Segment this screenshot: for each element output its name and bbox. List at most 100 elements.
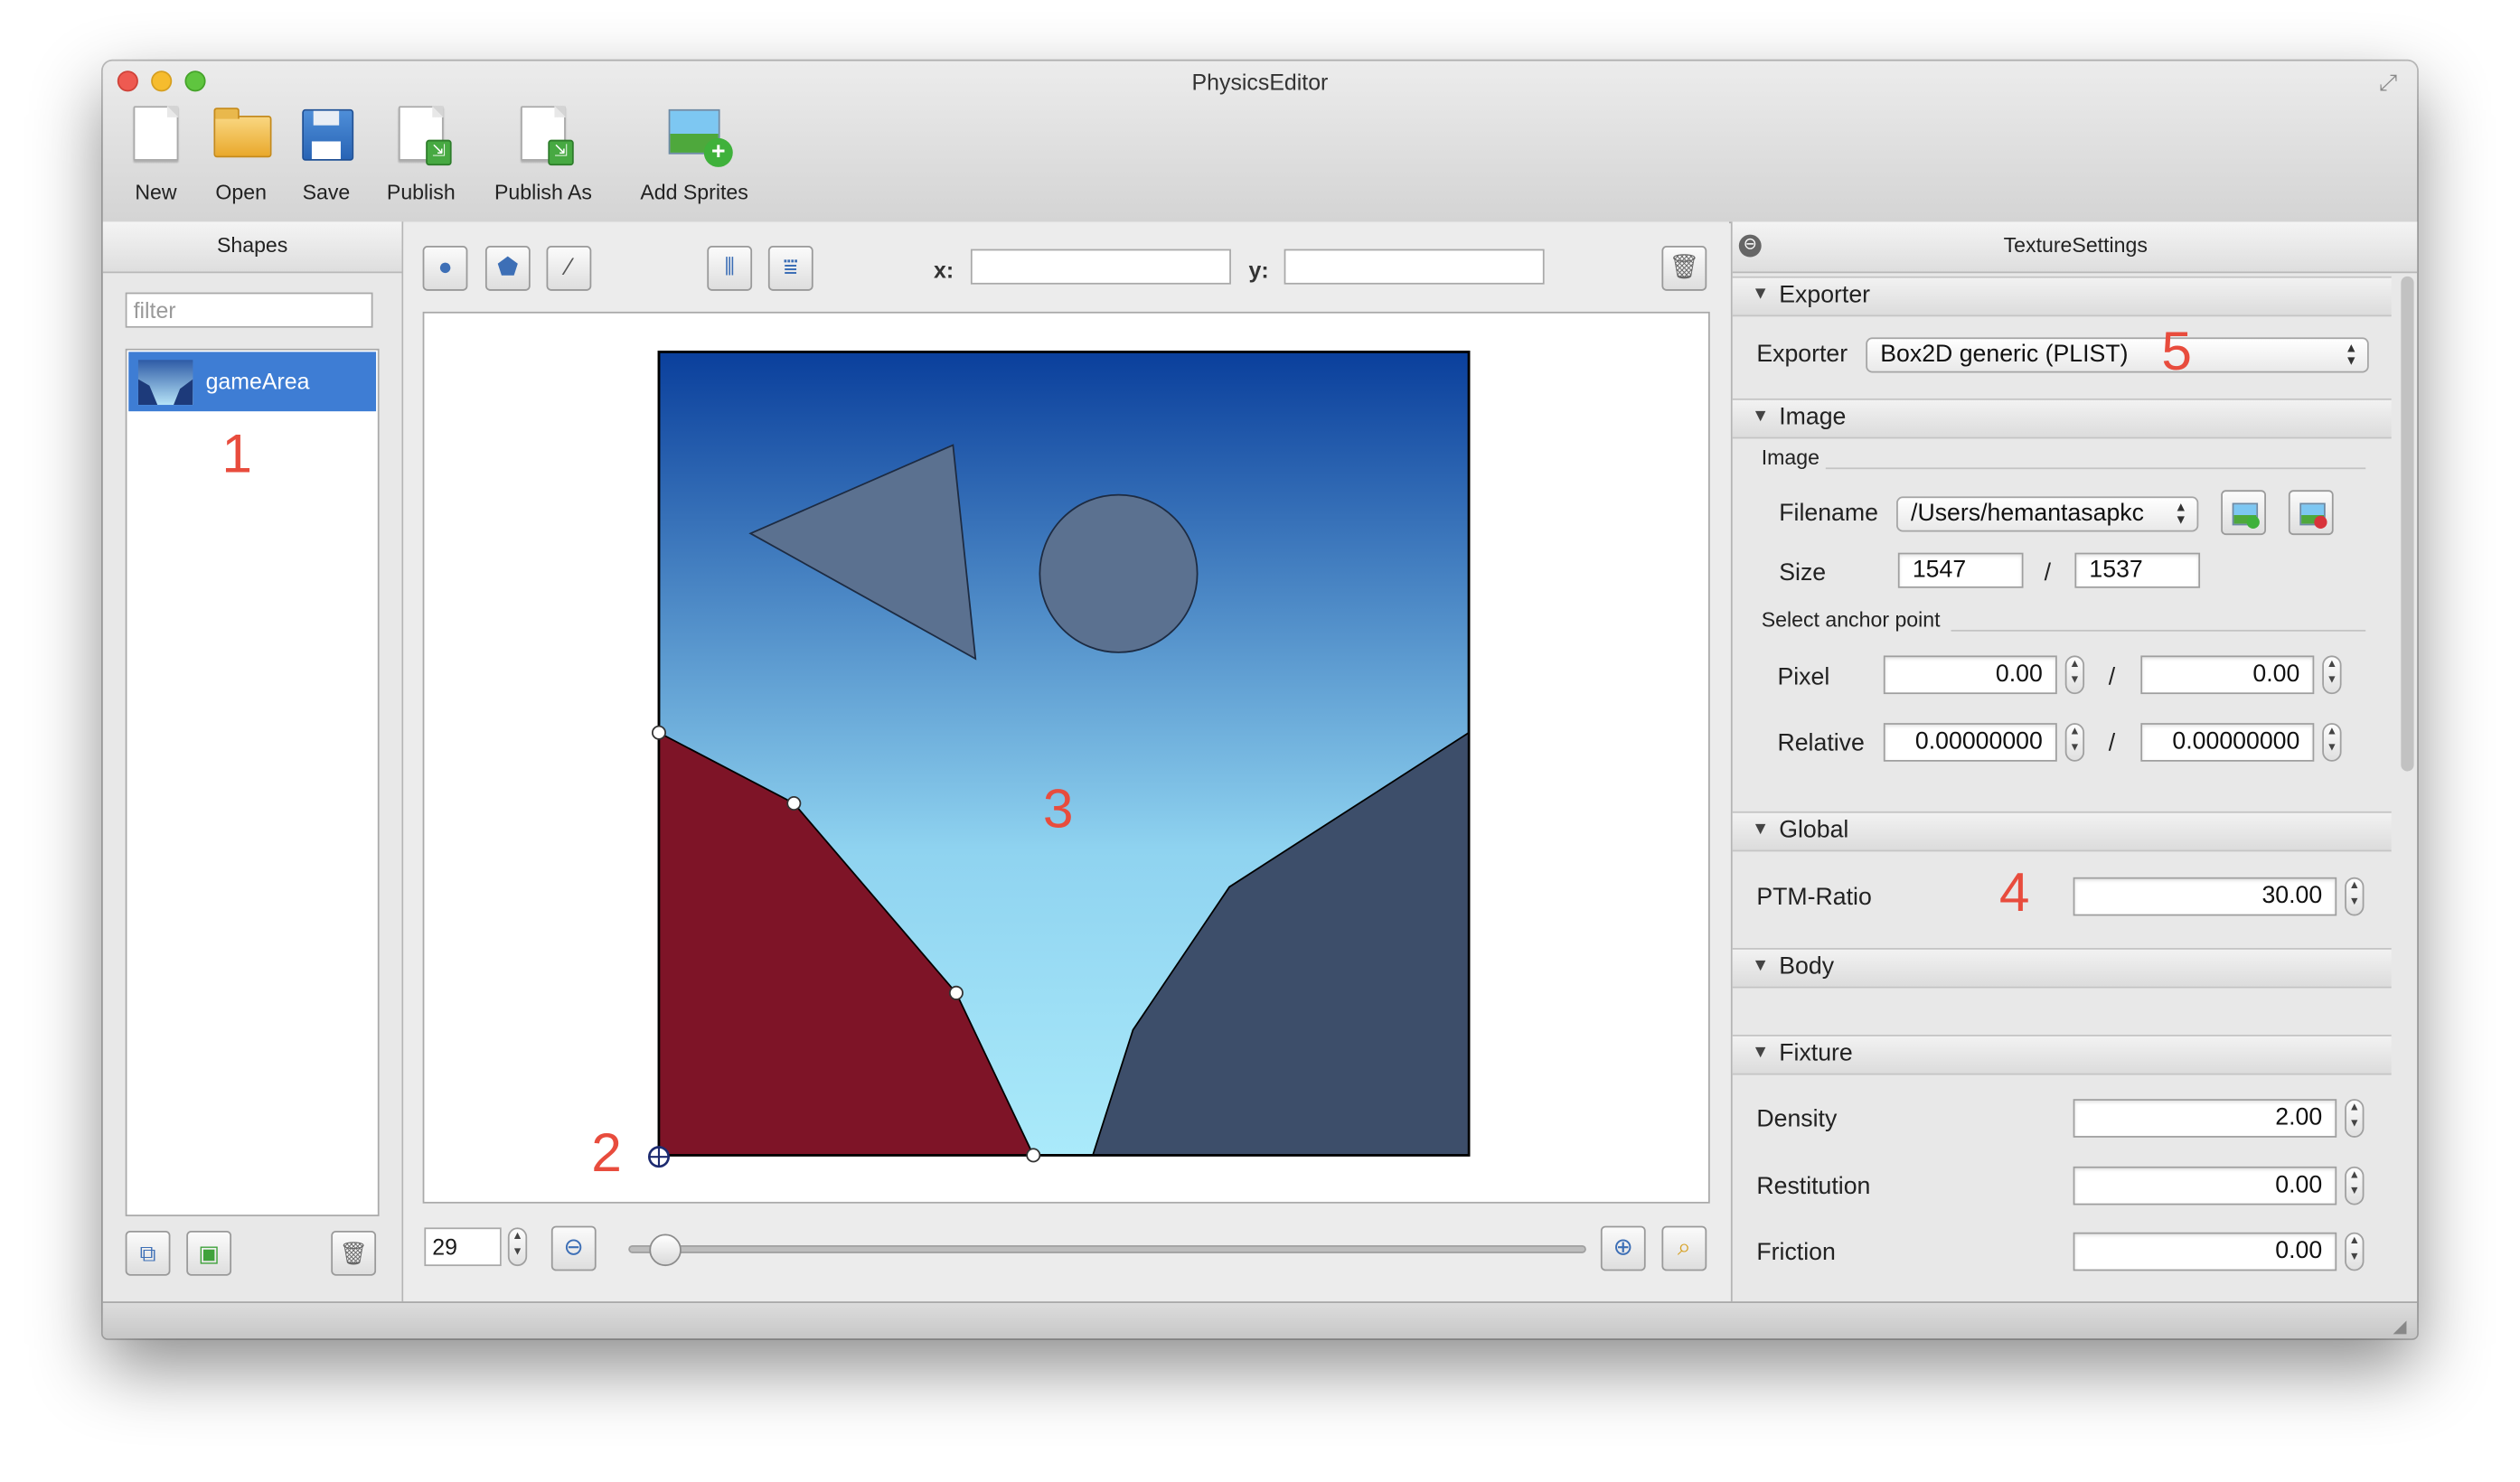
- zoom-slider[interactable]: [628, 1233, 1586, 1267]
- restitution-input[interactable]: 0.00: [2073, 1166, 2337, 1205]
- magic-wand-button[interactable]: ⁄: [546, 246, 592, 291]
- save-button[interactable]: Save: [293, 103, 361, 204]
- friction-label: Friction: [1756, 1238, 1836, 1267]
- zoom-fit-button[interactable]: ⌕: [1661, 1225, 1707, 1271]
- delete-vertex-button[interactable]: 🗑: [1661, 246, 1707, 291]
- ptm-ratio-input[interactable]: 30.00: [2073, 877, 2337, 916]
- publish-as-button[interactable]: ⇲ Publish As: [482, 103, 604, 204]
- pixel-y-stepper[interactable]: ▲ ▼: [2322, 655, 2342, 695]
- relative-y-stepper[interactable]: ▲ ▼: [2322, 723, 2342, 762]
- trash-icon: 🗑: [1669, 253, 1700, 282]
- circle-tool-button[interactable]: ●: [422, 246, 468, 291]
- shape-editor-canvas[interactable]: 2 3: [422, 311, 1710, 1204]
- add-shape-button[interactable]: ▣: [186, 1230, 232, 1276]
- exporter-section-header[interactable]: ▼ Exporter: [1732, 276, 2392, 317]
- global-section-label: Global: [1779, 816, 1849, 844]
- add-image-icon: ▣: [198, 1240, 220, 1267]
- choose-image-button[interactable]: [2221, 490, 2266, 536]
- friction-input[interactable]: 0.00: [2073, 1232, 2337, 1271]
- pixel-x-input[interactable]: 0.00: [1883, 655, 2057, 695]
- annotation-5: 5: [2161, 321, 2193, 383]
- canvas-area: ● ⬟ ⁄ ⫴ ⩸ x: y: 🗑 2 3 29 ▲ ▼ ⊖ ⊕ ⌕: [403, 221, 1730, 1302]
- relative-x-input[interactable]: 0.00000000: [1883, 723, 2057, 762]
- publish-as-button-label: Publish As: [494, 180, 592, 204]
- shape-filter-input[interactable]: [125, 292, 373, 328]
- status-bar: ◢: [102, 1301, 2418, 1339]
- scrollbar-thumb[interactable]: [2401, 276, 2414, 772]
- annotation-4: 4: [1998, 862, 2030, 924]
- zoom-level-input[interactable]: 29: [424, 1227, 502, 1267]
- publish-as-icon: ⇲: [482, 103, 604, 167]
- shape-list-item-gamearea[interactable]: gameArea: [128, 352, 377, 412]
- relative-separator: /: [2108, 729, 2116, 757]
- settings-scrollbar[interactable]: [2400, 273, 2416, 1301]
- anchor-point-icon: [647, 1146, 670, 1168]
- pixel-separator: /: [2108, 663, 2116, 691]
- relative-x-stepper[interactable]: ▲ ▼: [2064, 723, 2085, 762]
- new-button[interactable]: New: [126, 103, 187, 204]
- add-sprites-icon: +: [630, 103, 758, 167]
- image-section-label: Image: [1779, 403, 1847, 431]
- x-coordinate-input[interactable]: [970, 249, 1231, 285]
- density-label: Density: [1756, 1105, 1838, 1133]
- restitution-stepper[interactable]: ▲ ▼: [2345, 1166, 2365, 1205]
- y-coordinate-input[interactable]: [1284, 249, 1545, 285]
- shapes-panel-title: Shapes: [102, 221, 402, 274]
- global-section-header[interactable]: ▼ Global: [1732, 811, 2392, 852]
- publish-button[interactable]: ⇲ Publish: [380, 103, 463, 204]
- annotation-3: 3: [1042, 779, 1074, 840]
- zoom-out-icon: ⊖: [563, 1233, 584, 1262]
- shape-list[interactable]: gameArea: [125, 348, 380, 1216]
- polygon-tool-button[interactable]: ⬟: [484, 246, 531, 291]
- size-width-field: 1547: [1897, 552, 2024, 588]
- exporter-label: Exporter: [1756, 340, 1848, 369]
- duplicate-shape-button[interactable]: ⧉: [125, 1230, 171, 1276]
- zoom-stepper[interactable]: ▲ ▼: [507, 1227, 528, 1267]
- fullscreen-icon[interactable]: ⤢: [2375, 69, 2401, 94]
- open-button-label: Open: [215, 180, 267, 204]
- undock-icon[interactable]: ⊖: [1738, 234, 1762, 258]
- shape-list-item-label: gameArea: [205, 368, 310, 394]
- zoom-in-button[interactable]: ⊕: [1600, 1225, 1646, 1271]
- filename-select[interactable]: /Users/hemantasapkc ▲ ▼: [1896, 496, 2199, 532]
- annotation-2: 2: [591, 1122, 622, 1185]
- ptm-ratio-stepper[interactable]: ▲ ▼: [2345, 877, 2365, 916]
- filename-label: Filename: [1779, 499, 1878, 528]
- relative-y-input[interactable]: 0.00000000: [2140, 723, 2315, 762]
- body-section-header[interactable]: ▼ Body: [1732, 948, 2392, 989]
- add-sprites-button[interactable]: + Add Sprites: [630, 103, 758, 204]
- disclosure-triangle-icon: ▼: [1752, 1042, 1770, 1063]
- exporter-select-value: Box2D generic (PLIST): [1880, 340, 2129, 369]
- sprite-canvas-svg[interactable]: [424, 314, 1708, 1202]
- new-document-icon: [126, 103, 187, 167]
- image-section-header[interactable]: ▼ Image: [1732, 398, 2392, 439]
- filename-value: /Users/hemantasapkc: [1911, 499, 2144, 528]
- resize-grip-icon[interactable]: ◢: [2393, 1318, 2412, 1337]
- separator: [1951, 629, 2366, 632]
- exporter-section-label: Exporter: [1779, 281, 1871, 309]
- publish-button-label: Publish: [386, 180, 456, 204]
- zoom-out-button[interactable]: ⊖: [550, 1225, 597, 1271]
- exporter-select[interactable]: Box2D generic (PLIST) ▲ ▼: [1866, 337, 2369, 373]
- y-label: y:: [1248, 257, 1269, 283]
- disclosure-triangle-icon: ▼: [1752, 819, 1770, 839]
- delete-shape-button[interactable]: 🗑: [331, 1230, 377, 1276]
- disclosure-triangle-icon: ▼: [1752, 406, 1770, 427]
- zoom-in-icon: ⊕: [1613, 1233, 1633, 1262]
- flip-horizontal-button[interactable]: ⫴: [707, 246, 753, 291]
- fixture-section-header[interactable]: ▼ Fixture: [1732, 1035, 2392, 1075]
- zoom-slider-knob[interactable]: [648, 1233, 682, 1267]
- density-stepper[interactable]: ▲ ▼: [2345, 1099, 2365, 1138]
- density-input[interactable]: 2.00: [2073, 1099, 2337, 1138]
- pixel-y-input[interactable]: 0.00: [2140, 655, 2315, 695]
- open-button[interactable]: Open: [206, 103, 277, 204]
- title-toolbar: PhysicsEditor ⤢ New Open Save ⇲ Publish …: [102, 61, 2418, 224]
- friction-stepper[interactable]: ▲ ▼: [2345, 1232, 2365, 1271]
- remove-image-button[interactable]: [2288, 490, 2334, 536]
- flip-vertical-button[interactable]: ⩸: [767, 246, 813, 291]
- size-height-field: 1537: [2074, 552, 2201, 588]
- relative-label: Relative: [1777, 729, 1865, 757]
- circle-shape: [1039, 493, 1199, 653]
- pixel-x-stepper[interactable]: ▲ ▼: [2064, 655, 2085, 695]
- select-arrows-icon: ▲ ▼: [2345, 340, 2358, 369]
